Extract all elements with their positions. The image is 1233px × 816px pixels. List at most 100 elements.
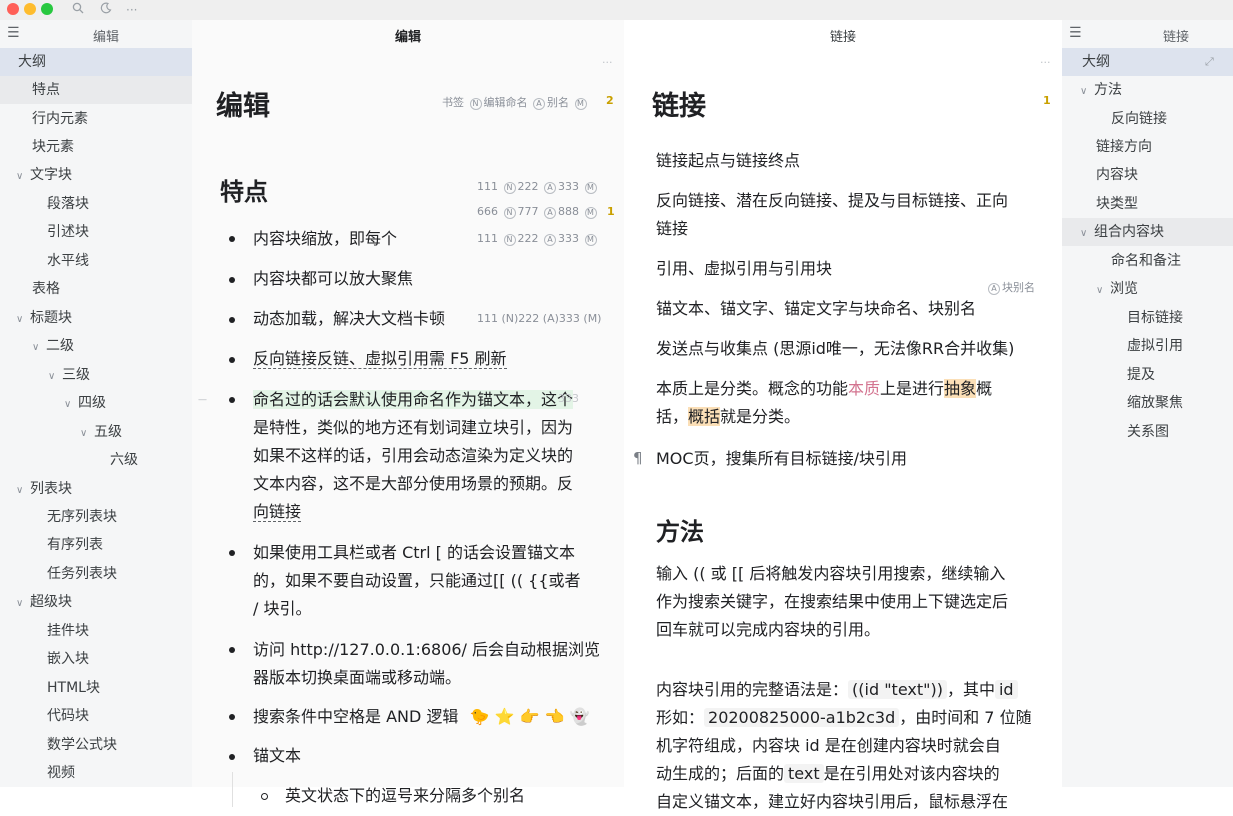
list-bullet[interactable] [229, 714, 235, 720]
outline-item[interactable]: ∨ 标题块 [16, 304, 72, 332]
outline-item-root[interactable]: 大纲 ⤢ [1062, 48, 1233, 76]
doc-tab-title[interactable]: 链接 [624, 26, 1062, 45]
list-item[interactable]: 搜索条件中空格是 AND 逻辑 🐤 ⭐ 👉 👈 👻 [253, 703, 590, 731]
outline-item[interactable]: ∨ 五级 [80, 418, 122, 446]
chevron-down-icon[interactable]: ∨ [64, 391, 78, 419]
outline-item[interactable]: 特点 [0, 76, 192, 104]
outline-item[interactable]: 嵌入块 [47, 645, 89, 673]
chevron-down-icon[interactable]: ∨ [16, 590, 30, 618]
outline-item[interactable]: 水平线 [47, 247, 89, 275]
list-bullet[interactable] [229, 647, 235, 653]
outline-item[interactable]: 缩放聚焦 [1127, 389, 1183, 417]
outline-item[interactable]: 引述块 [47, 218, 89, 246]
drag-handle-icon[interactable]: — [198, 395, 207, 405]
outline-item[interactable]: ∨ 四级 [64, 389, 106, 417]
outline-item[interactable]: 六级 [110, 446, 138, 474]
list-item-line[interactable]: 访问 http://127.0.0.1:6806/ 后会自动根据浏览 [253, 636, 613, 664]
paragraph-block[interactable]: 链接起点与链接终点 [656, 147, 800, 175]
pilcrow-icon[interactable]: ¶ [633, 449, 643, 467]
list-item[interactable]: 锚文本 [253, 742, 301, 770]
menu-icon[interactable]: ☰ [7, 25, 20, 41]
outline-item[interactable]: ∨ 方法 [1080, 76, 1122, 104]
outline-item[interactable]: 段落块 [47, 190, 89, 218]
outline-item[interactable]: 代码块 [47, 702, 89, 730]
outline-item[interactable]: 关系图 [1127, 418, 1169, 446]
outline-item[interactable]: ∨ 三级 [48, 361, 90, 389]
backlink-count[interactable]: 1 [1043, 94, 1051, 107]
list-item[interactable]: 反向链接反链、虚拟引用需 F5 刷新 [253, 345, 507, 373]
paragraph-block[interactable]: 发送点与收集点 (思源id唯一，无法像RR合并收集) [656, 335, 1014, 363]
doc-title[interactable]: 编辑 [216, 84, 270, 123]
outline-item[interactable]: 虚拟引用 [1127, 332, 1183, 360]
list-bullet[interactable] [229, 550, 235, 556]
outline-item[interactable]: 提及 [1127, 361, 1155, 389]
paragraph-block[interactable]: 输入 (( 或 [[ 后将触发内容块引用搜索，继续输入 作为搜索关键字，在搜索结… [656, 560, 1056, 644]
chevron-down-icon[interactable]: ∨ [16, 163, 30, 191]
block-ref-text[interactable]: 反向链接反链、虚拟引用需 F5 刷新 [253, 349, 507, 369]
chevron-down-icon[interactable]: ∨ [1080, 220, 1094, 248]
outline-item-root[interactable]: 大纲 [0, 48, 192, 76]
paragraph-block[interactable]: 锚文本、锚文字、锚定文字与块命名、块别名 [656, 295, 976, 323]
outline-item[interactable]: 无序列表块 [47, 503, 117, 531]
paragraph-block[interactable]: MOC页，搜集所有目标链接/块引用 [656, 445, 907, 473]
more-icon[interactable]: ··· [602, 56, 613, 69]
backlink-count[interactable]: 1 [607, 205, 615, 218]
list-bullet[interactable] [229, 277, 235, 283]
moon-icon[interactable] [100, 1, 112, 19]
heading-features[interactable]: 特点 [220, 172, 268, 207]
maximize-window-button[interactable] [41, 3, 53, 15]
chevron-down-icon[interactable]: ∨ [1080, 78, 1094, 106]
expand-icon[interactable]: ⤢ [1205, 48, 1214, 76]
outline-item[interactable]: 行内元素 [32, 105, 88, 133]
list-item[interactable]: 如果使用工具栏或者 Ctrl [ 的话会设置锚文本 的，如果不要自动设置，只能通… [253, 539, 613, 623]
outline-item[interactable]: ∨ 列表块 [16, 475, 72, 503]
list-bullet[interactable] [229, 236, 235, 242]
chevron-down-icon[interactable]: ∨ [48, 363, 62, 391]
list-item[interactable]: 内容块都可以放大聚焦 [253, 265, 413, 293]
outline-item[interactable]: 视频 [47, 759, 75, 787]
list-bullet[interactable] [229, 317, 235, 323]
outline-item[interactable]: 块类型 [1096, 190, 1138, 218]
outline-item[interactable]: 表格 [32, 275, 60, 303]
outline-item[interactable]: ∨ 文字块 [16, 161, 72, 189]
outline-item[interactable]: 有序列表 [47, 531, 103, 559]
sub-list-item[interactable]: 英文状态下的逗号来分隔多个别名 [285, 782, 525, 810]
outline-item[interactable]: 反向链接 [1111, 105, 1167, 133]
paragraph-block[interactable]: 本质上是分类。概念的功能本质上是进行抽象概 括，概括就是分类。 [656, 375, 1056, 431]
chevron-down-icon[interactable]: ∨ [80, 420, 94, 448]
list-item[interactable]: 动态加载，解决大文档卡顿 [253, 305, 445, 333]
list-bullet[interactable] [229, 397, 235, 403]
outline-item[interactable]: 数学公式块 [47, 731, 117, 759]
list-bullet[interactable] [229, 754, 235, 760]
outline-item[interactable]: 任务列表块 [47, 560, 117, 588]
outline-item[interactable]: ∨ 浏览 [1096, 275, 1138, 303]
more-icon[interactable]: ··· [1040, 56, 1051, 69]
outline-item[interactable]: 块元素 [32, 133, 74, 161]
backlink-count[interactable]: 2 [606, 94, 614, 107]
outline-item[interactable]: ∨ 二级 [32, 332, 74, 360]
minimize-window-button[interactable] [24, 3, 36, 15]
close-window-button[interactable] [7, 3, 19, 15]
list-item[interactable]: 内容块缩放，即每个 [253, 225, 397, 253]
chevron-down-icon[interactable]: ∨ [16, 477, 30, 505]
chevron-down-icon[interactable]: ∨ [32, 334, 46, 362]
outline-item[interactable]: 目标链接 [1127, 304, 1183, 332]
menu-icon[interactable]: ☰ [1069, 25, 1082, 41]
paragraph-block[interactable]: 引用、虚拟引用与引用块 [656, 255, 832, 283]
heading-method[interactable]: 方法 [656, 512, 704, 547]
outline-item[interactable]: ∨ 组合内容块 [1062, 218, 1233, 246]
chevron-down-icon[interactable]: ∨ [1096, 277, 1110, 305]
outline-item[interactable]: 命名和备注 [1111, 247, 1181, 275]
sub-list-bullet[interactable] [261, 793, 268, 800]
outline-item[interactable]: 挂件块 [47, 617, 89, 645]
more-icon[interactable]: ··· [126, 1, 137, 19]
outline-item[interactable]: ∨ 超级块 [16, 588, 72, 616]
outline-item[interactable]: 链接方向 [1096, 133, 1152, 161]
chevron-down-icon[interactable]: ∨ [16, 306, 30, 334]
paragraph-block[interactable]: 内容块引用的完整语法是： ((id "text")) ，其中 id 形如： 202008… [656, 676, 1061, 816]
outline-item[interactable]: HTML块 [47, 674, 100, 702]
doc-tab-title[interactable]: 编辑 [192, 26, 624, 45]
paragraph-block[interactable]: 反向链接、潜在反向链接、提及与目标链接、正向 链接 [656, 187, 1056, 243]
list-bullet[interactable] [229, 357, 235, 363]
list-item[interactable]: 命名过的话会默认使用命名作为锚文本，这个 是特性，类似的地方还有划词建立块引，因… [253, 386, 613, 526]
